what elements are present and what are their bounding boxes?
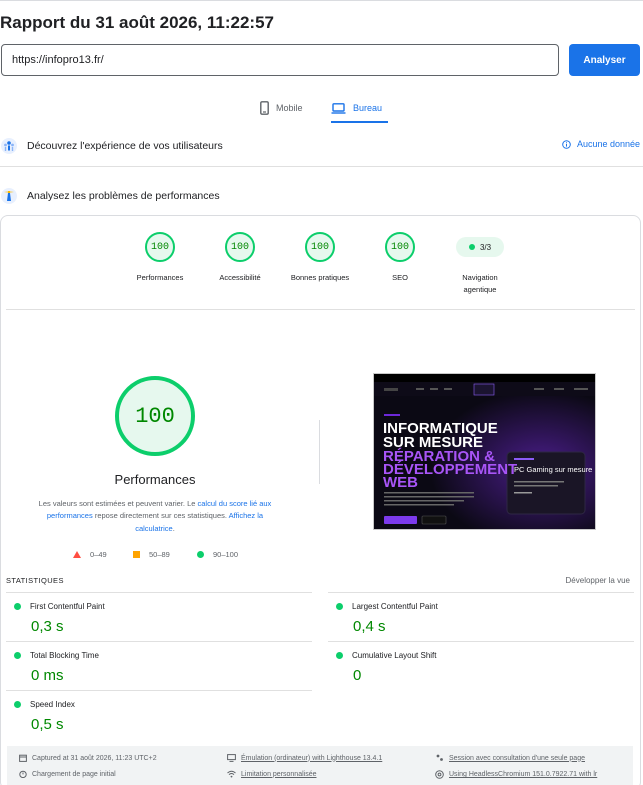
section-divider	[0, 166, 643, 167]
metric-tbt: Total Blocking Time 0 ms	[6, 641, 312, 691]
no-data-status[interactable]: Aucune donnée	[562, 139, 640, 149]
metric-lcp-value: 0,4 s	[353, 618, 386, 635]
calendar-icon	[19, 754, 27, 762]
metric-cls: Cumulative Layout Shift 0	[328, 641, 634, 691]
load-info: Chargement de page initial	[19, 770, 116, 778]
analyze-button[interactable]: Analyser	[569, 44, 640, 76]
perf-section: Analysez les problèmes de performances	[0, 188, 643, 204]
captured-text: Captured at 31 août 2026, 11:23 UTC+2	[32, 754, 157, 762]
pass-dot	[14, 701, 21, 708]
fail-triangle-icon	[73, 551, 81, 558]
score-label-performance: Performances	[136, 273, 184, 282]
emulation-info[interactable]: Émulation (ordinateur) with Lighthouse 1…	[227, 754, 382, 762]
report-title: Rapport du 31 août 2026, 11:22:57	[0, 13, 274, 32]
legend-fail: 0–49	[73, 550, 107, 559]
pass-dot	[336, 603, 343, 610]
desktop-icon	[227, 754, 236, 762]
throttling-text: Limitation personnalisée	[241, 770, 317, 778]
info-icon	[562, 139, 571, 149]
users-icon	[1, 138, 17, 154]
score-gauge-best-practices[interactable]: 100	[305, 232, 335, 262]
pass-dot	[14, 603, 21, 610]
metric-lcp-name: Largest Contentful Paint	[352, 602, 438, 611]
navigation-label: Navigation agentique	[435, 272, 525, 295]
vertical-separator	[319, 420, 320, 484]
score-label-best-practices: Bonnes pratiques	[290, 273, 350, 282]
metric-fcp-value: 0,3 s	[31, 618, 64, 635]
metric-fcp-name: First Contentful Paint	[30, 602, 105, 611]
pass-dot	[14, 652, 21, 659]
navigation-label-line2: agentique	[463, 284, 497, 294]
navigation-pill[interactable]: 3/3	[456, 237, 504, 257]
wifi-icon	[227, 770, 236, 778]
browser-icon	[435, 770, 444, 779]
perf-heading: Analysez les problèmes de performances	[27, 190, 220, 202]
navigation-label-line1: Navigation	[462, 273, 498, 282]
session-text: Session avec consultation d'une seule pa…	[449, 754, 585, 762]
average-square-icon	[133, 551, 140, 558]
score-label-accessibility: Accessibilité	[219, 273, 261, 282]
laptop-icon	[331, 102, 346, 114]
score-note: Les valeurs sont estimées et peuvent var…	[30, 498, 280, 535]
metric-cls-name: Cumulative Layout Shift	[352, 651, 437, 660]
score-label-seo: SEO	[392, 273, 408, 282]
crux-heading: Découvrez l'expérience de vos utilisateu…	[27, 140, 223, 152]
timer-icon	[19, 770, 27, 778]
legend-average-range: 50–89	[149, 550, 170, 559]
lighthouse-icon	[1, 188, 17, 204]
phone-icon	[260, 101, 269, 115]
note-text-1: Les valeurs sont estimées et peuvent var…	[38, 499, 198, 508]
tab-mobile-label: Mobile	[276, 103, 303, 113]
screenshot-heading-line5: WEB	[383, 474, 418, 491]
metric-tbt-value: 0 ms	[31, 667, 64, 684]
screenshot-graphic: INFORMATIQUE SUR MESURE RÉPARATION & DÉV…	[374, 374, 595, 529]
metric-fcp: First Contentful Paint 0,3 s	[6, 592, 312, 642]
performance-main-label: Performances	[114, 472, 196, 487]
score-gauge-performance[interactable]: 100	[145, 232, 175, 262]
run-info-footer: Captured at 31 août 2026, 11:23 UTC+2 Ch…	[7, 746, 633, 785]
tab-desktop-label: Bureau	[353, 103, 383, 113]
browser-info[interactable]: Using HeadlessChromium 151.0.7922.71 wit…	[435, 770, 597, 779]
browser-text: Using HeadlessChromium 151.0.7922.71 wit…	[449, 771, 598, 778]
tab-mobile[interactable]: Mobile	[260, 95, 303, 121]
note-text-3: .	[172, 523, 175, 533]
performance-main-gauge: 100	[115, 376, 195, 456]
captured-info: Captured at 31 août 2026, 11:23 UTC+2	[19, 754, 157, 762]
score-gauge-seo[interactable]: 100	[385, 232, 415, 262]
note-text-2: repose directement sur ces statistiques.	[92, 511, 229, 521]
score-gauge-accessibility[interactable]: 100	[225, 232, 255, 262]
tab-desktop[interactable]: Bureau	[331, 95, 389, 123]
metric-cls-value: 0	[353, 667, 362, 684]
legend-pass: 90–100	[197, 550, 238, 559]
metric-lcp: Largest Contentful Paint 0,4 s	[328, 592, 634, 642]
load-text: Chargement de page initial	[32, 770, 116, 778]
gauges-divider	[6, 309, 635, 310]
crux-section[interactable]: Découvrez l'expérience de vos utilisateu…	[0, 138, 643, 154]
legend-pass-range: 90–100	[213, 550, 239, 559]
legend-fail-range: 0–49	[90, 550, 107, 559]
page-screenshot: INFORMATIQUE SUR MESURE RÉPARATION & DÉV…	[373, 373, 596, 530]
expand-view-toggle[interactable]: Développer la vue	[566, 576, 630, 585]
throttling-info[interactable]: Limitation personnalisée	[227, 770, 317, 778]
metric-si: Speed Index 0,5 s	[6, 690, 312, 740]
pass-dot	[336, 652, 343, 659]
pass-dot	[468, 244, 475, 250]
metric-tbt-name: Total Blocking Time	[30, 651, 99, 660]
people-icon	[436, 754, 443, 761]
url-input[interactable]	[1, 44, 559, 76]
stats-heading: STATISTIQUES	[6, 576, 64, 585]
session-info[interactable]: Session avec consultation d'une seule pa…	[435, 754, 585, 762]
metric-si-value: 0,5 s	[31, 716, 64, 733]
top-divider	[0, 0, 643, 1]
no-data-label: Aucune donnée	[576, 139, 640, 149]
legend-average: 50–89	[133, 550, 170, 559]
screenshot-card-title: PC Gaming sur mesure	[514, 465, 592, 474]
navigation-value: 3/3	[479, 242, 492, 252]
emulation-text: Émulation (ordinateur) with Lighthouse 1…	[241, 754, 383, 762]
metric-si-name: Speed Index	[30, 700, 75, 709]
pass-circle-icon	[197, 551, 204, 558]
